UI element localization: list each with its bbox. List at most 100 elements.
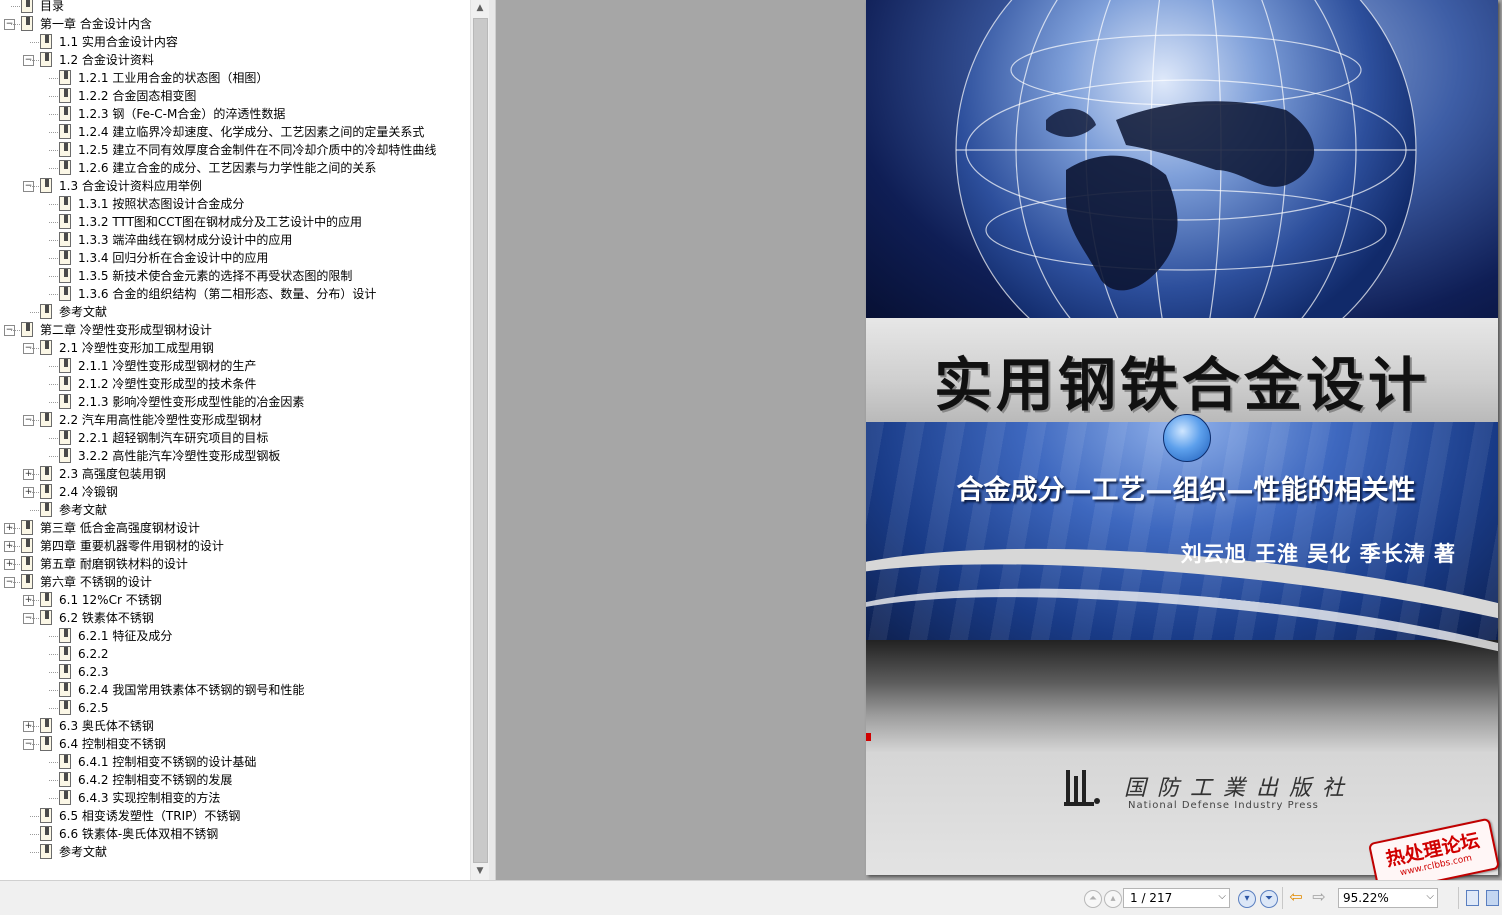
back-arrow-icon[interactable]: ⇦ [1287,888,1305,906]
tree-connector [30,492,39,493]
bookmark-item[interactable]: 1.1 实用合金设计内容 [0,33,470,51]
bookmark-label: 6.5 相变诱发塑性（TRIP）不锈钢 [59,809,241,823]
bookmark-item[interactable]: 6.6 铁素体-奥氏体双相不锈钢 [0,825,470,843]
bookmark-item[interactable]: 6.2.5 [0,699,470,717]
single-page-view-icon[interactable] [1466,890,1479,906]
bookmark-icon [59,142,71,157]
bookmark-icon [59,754,71,769]
bookmark-item[interactable]: 1.2.6 建立合金的成分、工艺因素与力学性能之间的关系 [0,159,470,177]
bookmark-item[interactable]: 2.1.2 冷塑性变形成型的技术条件 [0,375,470,393]
bookmark-item[interactable]: 3.2.2 高性能汽车冷塑性变形成型钢板 [0,447,470,465]
bookmark-item[interactable]: 2.1.1 冷塑性变形成型钢材的生产 [0,357,470,375]
scroll-down-arrow-icon[interactable]: ▼ [471,863,489,880]
tree-connector [49,402,58,403]
scroll-up-arrow-icon[interactable]: ▲ [471,0,489,17]
tree-connector [49,222,58,223]
bookmark-item[interactable]: 6.2.2 [0,645,470,663]
first-page-icon[interactable]: ⏶ [1084,890,1102,908]
bookmark-item[interactable]: −6.2 铁素体不锈钢 [0,609,470,627]
pane-splitter[interactable] [489,0,496,880]
bookmark-item[interactable]: 1.3.3 端淬曲线在钢材成分设计中的应用 [0,231,470,249]
bookmark-item[interactable]: 1.3.6 合金的组织结构（第二相形态、数量、分布）设计 [0,285,470,303]
bookmark-icon [59,88,71,103]
tree-connector [49,762,58,763]
bookmark-item[interactable]: 2.1.3 影响冷塑性变形成型性能的冶金因素 [0,393,470,411]
forward-arrow-icon[interactable]: ⇨ [1310,888,1328,906]
bookmark-item[interactable]: 参考文献 [0,501,470,519]
bookmark-item[interactable]: 参考文献 [0,843,470,861]
bookmark-item[interactable]: 6.4.1 控制相变不锈钢的设计基础 [0,753,470,771]
tree-connector [30,726,39,727]
tree-connector [49,690,58,691]
bookmark-item[interactable]: 6.5 相变诱发塑性（TRIP）不锈钢 [0,807,470,825]
bookmark-label: 第二章 冷塑性变形成型钢材设计 [40,323,212,337]
bookmark-icon [59,430,71,445]
last-page-icon[interactable]: ⏷ [1260,890,1278,908]
bookmark-item[interactable]: 1.2.5 建立不同有效厚度合金制件在不同冷却介质中的冷却特性曲线 [0,141,470,159]
bookmark-icon [40,340,52,355]
bookmark-label: 第五章 耐磨钢铁材料的设计 [40,557,188,571]
bookmark-item[interactable]: 6.2.3 [0,663,470,681]
tree-connector [11,582,20,583]
bookmark-item[interactable]: 1.3.1 按照状态图设计合金成分 [0,195,470,213]
scrollbar-thumb[interactable] [473,18,488,863]
bookmark-icon [40,808,52,823]
bookmark-icon [59,448,71,463]
bookmark-item[interactable]: +2.3 高强度包装用钢 [0,465,470,483]
bookmark-item[interactable]: 6.4.2 控制相变不锈钢的发展 [0,771,470,789]
chevron-down-icon[interactable]: ⌵ [1426,891,1434,902]
bookmark-item[interactable]: 目录 [0,0,470,15]
bookmark-item[interactable]: −6.4 控制相变不锈钢 [0,735,470,753]
bookmark-item[interactable]: +6.1 12%Cr 不锈钢 [0,591,470,609]
bookmark-item[interactable]: 6.2.4 我国常用铁素体不锈钢的钢号和性能 [0,681,470,699]
tree-connector [30,42,39,43]
bookmark-icon [40,736,52,751]
bookmark-item[interactable]: 6.4.3 实现控制相变的方法 [0,789,470,807]
bookmark-icon [59,682,71,697]
chevron-down-icon[interactable]: ⌵ [1218,891,1226,902]
bookmark-item[interactable]: + 第四章 重要机器零件用钢材的设计 [0,537,470,555]
globe-illustration [955,0,1417,320]
bookmark-item[interactable]: 1.2.4 建立临界冷却速度、化学成分、工艺因素之间的定量关系式 [0,123,470,141]
tree-connector [49,96,58,97]
page-number-field[interactable]: 1 / 217 ⌵ [1123,888,1230,908]
bookmark-label: 1.2.3 钢（Fe-C-M合金）的淬透性数据 [78,107,286,121]
bookmark-item[interactable]: − 第六章 不锈钢的设计 [0,573,470,591]
bookmark-label: 1.2.2 合金固态相变图 [78,89,197,103]
bookmark-item[interactable]: −1.2 合金设计资料 [0,51,470,69]
continuous-view-icon[interactable] [1486,890,1499,906]
bookmark-item[interactable]: 1.3.2 TTT图和CCT图在钢材成分及工艺设计中的应用 [0,213,470,231]
bookmark-scrollbar[interactable]: ▲ ▼ [470,0,489,880]
bookmark-item[interactable]: − 第一章 合金设计内含 [0,15,470,33]
bookmark-item[interactable]: −2.1 冷塑性变形加工成型用钢 [0,339,470,357]
bookmark-item[interactable]: 1.3.5 新技术使合金元素的选择不再受状态图的限制 [0,267,470,285]
bookmark-item[interactable]: −1.3 合金设计资料应用举例 [0,177,470,195]
bookmark-item[interactable]: + 第三章 低合金高强度钢材设计 [0,519,470,537]
bookmark-item[interactable]: +6.3 奥氏体不锈钢 [0,717,470,735]
bookmark-icon [40,844,52,859]
bookmark-item[interactable]: 1.3.4 回归分析在合金设计中的应用 [0,249,470,267]
tree-connector [49,78,58,79]
bookmark-label: 1.1 实用合金设计内容 [59,35,178,49]
bookmark-item[interactable]: 参考文献 [0,303,470,321]
bookmark-item[interactable]: 1.2.1 工业用合金的状态图（相图） [0,69,470,87]
bookmark-item[interactable]: + 第五章 耐磨钢铁材料的设计 [0,555,470,573]
zoom-field[interactable]: 95.22% ⌵ [1338,888,1438,908]
bookmark-icon [59,628,71,643]
cover-sphere-ornament [1163,414,1211,462]
bookmark-item[interactable]: 1.2.3 钢（Fe-C-M合金）的淬透性数据 [0,105,470,123]
next-page-icon[interactable]: ▾ [1238,890,1256,908]
bookmark-icon [40,826,52,841]
bookmark-item[interactable]: −2.2 汽车用高性能冷塑性变形成型钢材 [0,411,470,429]
bookmark-item[interactable]: − 第二章 冷塑性变形成型钢材设计 [0,321,470,339]
bookmark-label: 1.2 合金设计资料 [59,53,154,67]
bookmark-item[interactable]: 6.2.1 特征及成分 [0,627,470,645]
bookmark-item[interactable]: +2.4 冷锻钢 [0,483,470,501]
previous-page-icon[interactable]: ▴ [1104,890,1122,908]
bookmark-item[interactable]: 1.2.2 合金固态相变图 [0,87,470,105]
tree-connector [11,24,20,25]
bookmark-item[interactable]: 2.2.1 超轻钢制汽车研究项目的目标 [0,429,470,447]
bookmark-label: 2.4 冷锻钢 [59,485,118,499]
bookmark-icon [40,610,52,625]
tree-connector [49,150,58,151]
